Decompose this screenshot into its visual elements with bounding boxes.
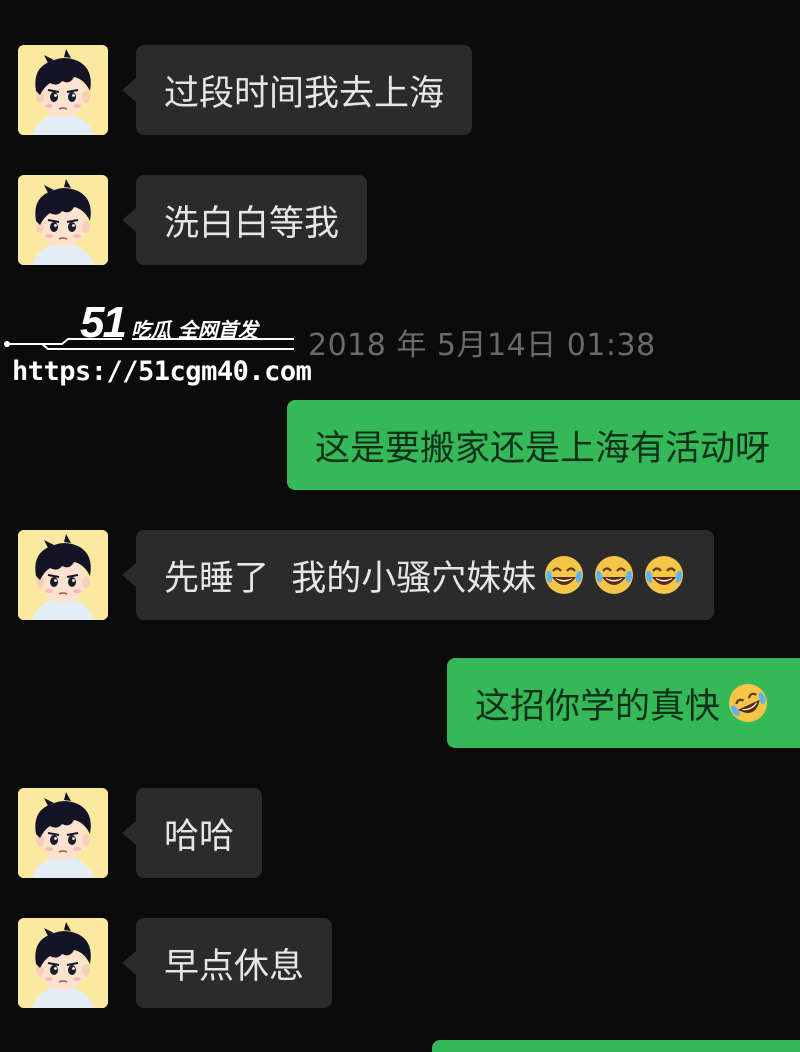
outgoing-message: 这是要搬家还是上海有活动呀: [286, 400, 800, 490]
message-bubble[interactable]: 过段时间我去上海: [121, 45, 473, 135]
message-text: 洗白白等我: [164, 203, 340, 244]
tears-of-joy-emoji-icon: [542, 553, 586, 597]
contact-avatar[interactable]: [18, 918, 108, 1008]
circuit-lines-icon: [4, 338, 294, 350]
cartoon-boy-avatar-icon: [18, 530, 108, 620]
message-timestamp: 2018 年 5月14日 01:38: [308, 328, 656, 363]
tears-of-joy-emoji-icon: [642, 553, 686, 597]
cartoon-boy-avatar-icon: [18, 788, 108, 878]
cartoon-boy-avatar-icon: [18, 45, 108, 135]
incoming-message: 先睡了 我的小骚穴妹妹: [18, 530, 715, 620]
incoming-message: 早点休息: [18, 918, 333, 1008]
watermark-url: https://51cgm40.com: [12, 356, 312, 387]
message-bubble[interactable]: 这招你学的真快: [446, 658, 800, 748]
message-bubble[interactable]: 早点休息: [121, 918, 333, 1008]
contact-avatar[interactable]: [18, 788, 108, 878]
chat-view: 过段时间我去上海 洗白白等我 2018 年 5月14日 01:38 51 吃瓜 …: [0, 0, 800, 1052]
message-bubble[interactable]: 这是要搬家还是上海有活动呀: [286, 400, 800, 490]
message-text: 这招你学的真快: [474, 686, 720, 727]
tears-of-joy-emoji-icon: [592, 553, 636, 597]
cartoon-boy-avatar-icon: [18, 918, 108, 1008]
incoming-message: 过段时间我去上海: [18, 45, 473, 135]
contact-avatar[interactable]: [18, 45, 108, 135]
incoming-message: 洗白白等我: [18, 175, 368, 265]
message-text: 早点休息: [164, 946, 305, 987]
message-bubble[interactable]: 哈哈: [121, 788, 263, 878]
message-text: 先睡了 我的小骚穴妹妹: [164, 558, 537, 599]
contact-avatar[interactable]: [18, 175, 108, 265]
message-text: 这是要搬家还是上海有活动呀: [314, 428, 770, 469]
cartoon-boy-avatar-icon: [18, 175, 108, 265]
message-text: 哈哈: [164, 816, 235, 857]
message-bubble[interactable]: 洗白白等我: [121, 175, 368, 265]
message-bubble[interactable]: 先睡了 我的小骚穴妹妹: [121, 530, 715, 620]
incoming-message: 哈哈: [18, 788, 263, 878]
tears-of-joy-emoji-icon: [719, 674, 777, 732]
contact-avatar[interactable]: [18, 530, 108, 620]
next-outgoing-bubble-edge: [432, 1040, 800, 1052]
outgoing-message: 这招你学的真快: [446, 658, 800, 748]
watermark: 51 吃瓜 全网首发 https://51cgm40.com: [0, 296, 312, 396]
message-text: 过段时间我去上海: [164, 73, 445, 114]
